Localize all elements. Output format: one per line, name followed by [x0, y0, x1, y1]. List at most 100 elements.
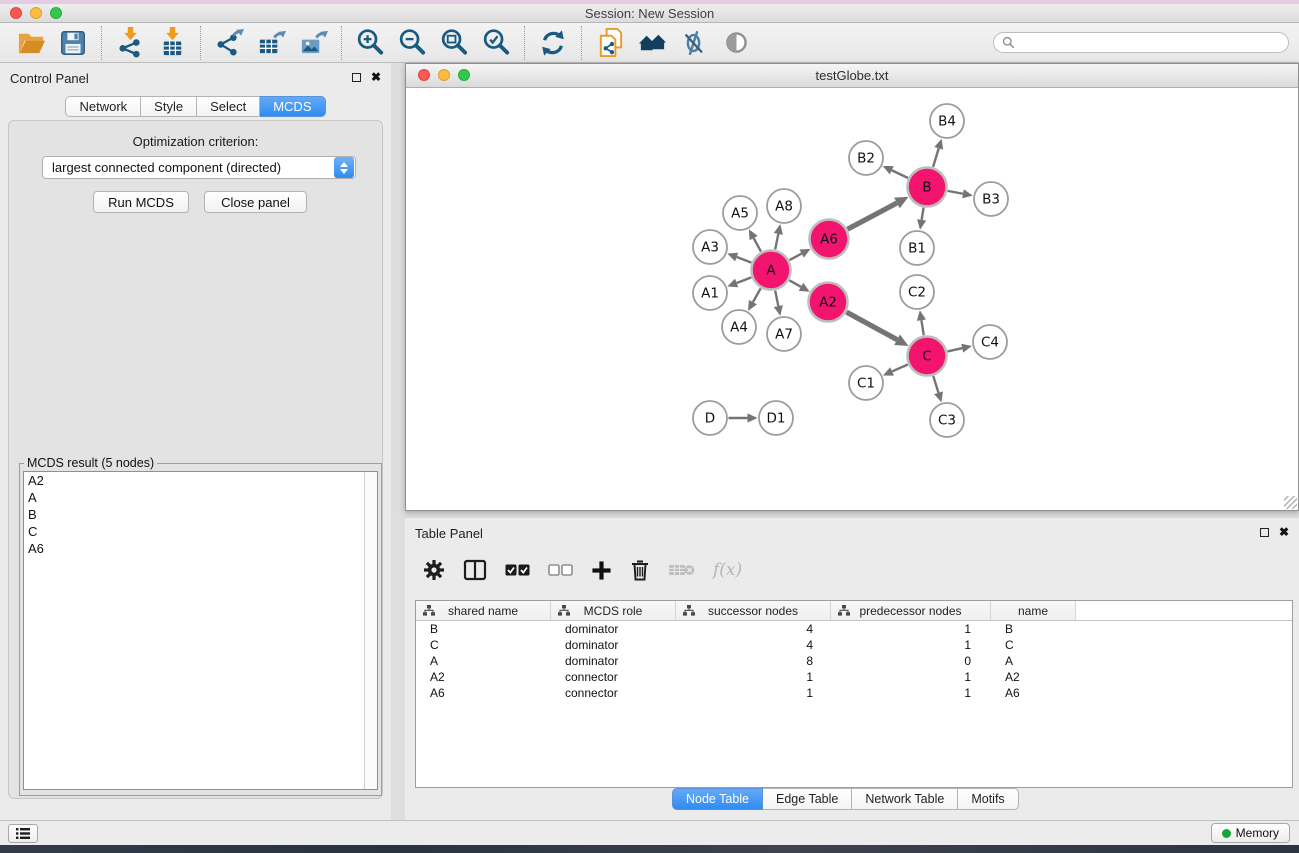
result-item[interactable]: A	[24, 489, 377, 506]
zoom-in-button[interactable]	[352, 26, 388, 60]
cell[interactable]: A2	[416, 670, 551, 684]
edge-B-B2[interactable]	[892, 170, 908, 178]
open-session-button[interactable]	[13, 26, 49, 60]
show-graphics-button[interactable]	[718, 26, 754, 60]
cell[interactable]: 0	[831, 654, 991, 668]
column-header-MCDS-role[interactable]: MCDS role	[551, 601, 676, 620]
import-network-button[interactable]	[112, 26, 148, 60]
edge-B-B1[interactable]	[922, 208, 924, 220]
export-network-button[interactable]	[211, 26, 247, 60]
table-row[interactable]: A6connector11A6	[416, 685, 1292, 701]
save-session-button[interactable]	[55, 26, 91, 60]
result-item[interactable]: A2	[24, 472, 377, 489]
mcds-result-list[interactable]: A2ABCA6	[23, 471, 378, 790]
cell[interactable]: A6	[991, 686, 1076, 700]
cell[interactable]: A6	[416, 686, 551, 700]
edge-A-A5[interactable]	[754, 238, 761, 252]
tab-node-table[interactable]: Node Table	[672, 788, 763, 810]
edge-C-C2[interactable]	[921, 320, 923, 335]
table-row[interactable]: Cdominator41C	[416, 637, 1292, 653]
tab-mcds[interactable]: MCDS	[260, 96, 325, 117]
table-row[interactable]: A2connector11A2	[416, 669, 1292, 685]
delete-row-button[interactable]	[630, 559, 650, 581]
column-header-name[interactable]: name	[991, 601, 1076, 620]
edge-C-C3[interactable]	[933, 376, 938, 393]
result-scrollbar[interactable]	[364, 472, 377, 789]
delete-column-button[interactable]	[668, 562, 695, 578]
edge-A-A8[interactable]	[775, 234, 778, 249]
add-row-button[interactable]	[591, 560, 612, 581]
cell[interactable]: B	[416, 622, 551, 636]
table-settings-button[interactable]	[423, 559, 445, 581]
cell[interactable]: dominator	[551, 638, 676, 652]
cell[interactable]: 8	[676, 654, 831, 668]
result-item[interactable]: B	[24, 506, 377, 523]
close-panel-button[interactable]: Close panel	[204, 191, 307, 213]
edge-A6-B[interactable]	[848, 203, 897, 229]
cell[interactable]: 4	[676, 638, 831, 652]
run-mcds-button[interactable]: Run MCDS	[93, 191, 189, 213]
tab-motifs[interactable]: Motifs	[958, 788, 1018, 810]
search-input[interactable]	[1020, 35, 1280, 51]
table-row[interactable]: Adominator80A	[416, 653, 1292, 669]
edge-A2-C[interactable]	[846, 312, 897, 340]
column-header-shared-name[interactable]: shared name	[416, 601, 551, 620]
close-panel-icon[interactable]: ✖	[1279, 527, 1289, 537]
edge-A-A3[interactable]	[737, 257, 752, 263]
select-all-button[interactable]	[505, 563, 530, 577]
tab-edge-table[interactable]: Edge Table	[763, 788, 852, 810]
tab-style[interactable]: Style	[141, 96, 197, 117]
cell[interactable]: connector	[551, 670, 676, 684]
zoom-selected-button[interactable]	[478, 26, 514, 60]
result-item[interactable]: A6	[24, 540, 377, 557]
close-panel-icon[interactable]: ✖	[371, 72, 381, 82]
show-columns-button[interactable]	[463, 559, 487, 581]
export-image-button[interactable]	[295, 26, 331, 60]
tab-network[interactable]: Network	[65, 96, 141, 117]
edge-A-A4[interactable]	[753, 288, 761, 302]
export-table-button[interactable]	[253, 26, 289, 60]
cell[interactable]: A	[991, 654, 1076, 668]
cell[interactable]: A	[416, 654, 551, 668]
network-window-titlebar[interactable]: testGlobe.txt	[406, 64, 1298, 88]
home-button[interactable]	[634, 26, 670, 60]
edge-A-A1[interactable]	[737, 277, 752, 283]
cell[interactable]: A2	[991, 670, 1076, 684]
column-header-predecessor-nodes[interactable]: predecessor nodes	[831, 601, 991, 620]
network-canvas[interactable]: AA1A2A3A4A5A6A7A8BB1B2B3B4CC1C2C3C4DD1	[406, 89, 1298, 510]
cell[interactable]: 1	[831, 622, 991, 636]
deselect-all-button[interactable]	[548, 563, 573, 577]
cell[interactable]: 4	[676, 622, 831, 636]
resize-grip[interactable]	[1284, 496, 1297, 509]
column-header-successor-nodes[interactable]: successor nodes	[676, 601, 831, 620]
zoom-fit-button[interactable]	[436, 26, 472, 60]
hide-annotations-button[interactable]	[676, 26, 712, 60]
search-field[interactable]	[993, 32, 1289, 53]
edge-C-C1[interactable]	[892, 364, 908, 371]
import-table-button[interactable]	[154, 26, 190, 60]
cell[interactable]: 1	[676, 670, 831, 684]
cell[interactable]: 1	[831, 686, 991, 700]
task-history-button[interactable]	[8, 824, 38, 843]
cell[interactable]: 1	[831, 638, 991, 652]
float-panel-icon[interactable]	[352, 73, 361, 82]
cell[interactable]: dominator	[551, 654, 676, 668]
zoom-out-button[interactable]	[394, 26, 430, 60]
edge-A-A7[interactable]	[775, 291, 778, 306]
float-panel-icon[interactable]	[1260, 528, 1269, 537]
table-row[interactable]: Bdominator41B	[416, 621, 1292, 637]
memory-button[interactable]: Memory	[1211, 823, 1290, 843]
cell[interactable]: dominator	[551, 622, 676, 636]
new-network-from-selection-button[interactable]	[592, 26, 628, 60]
result-item[interactable]: C	[24, 523, 377, 540]
criterion-dropdown[interactable]: largest connected component (directed)	[42, 156, 356, 179]
cell[interactable]: C	[991, 638, 1076, 652]
cell[interactable]: 1	[831, 670, 991, 684]
edge-B-B4[interactable]	[933, 148, 939, 167]
cell[interactable]: B	[991, 622, 1076, 636]
tab-network-table[interactable]: Network Table	[852, 788, 958, 810]
cell[interactable]: connector	[551, 686, 676, 700]
function-builder-button[interactable]: f(x)	[713, 560, 742, 580]
tab-select[interactable]: Select	[197, 96, 260, 117]
network-graph[interactable]: AA1A2A3A4A5A6A7A8BB1B2B3B4CC1C2C3C4DD1	[406, 89, 1298, 511]
